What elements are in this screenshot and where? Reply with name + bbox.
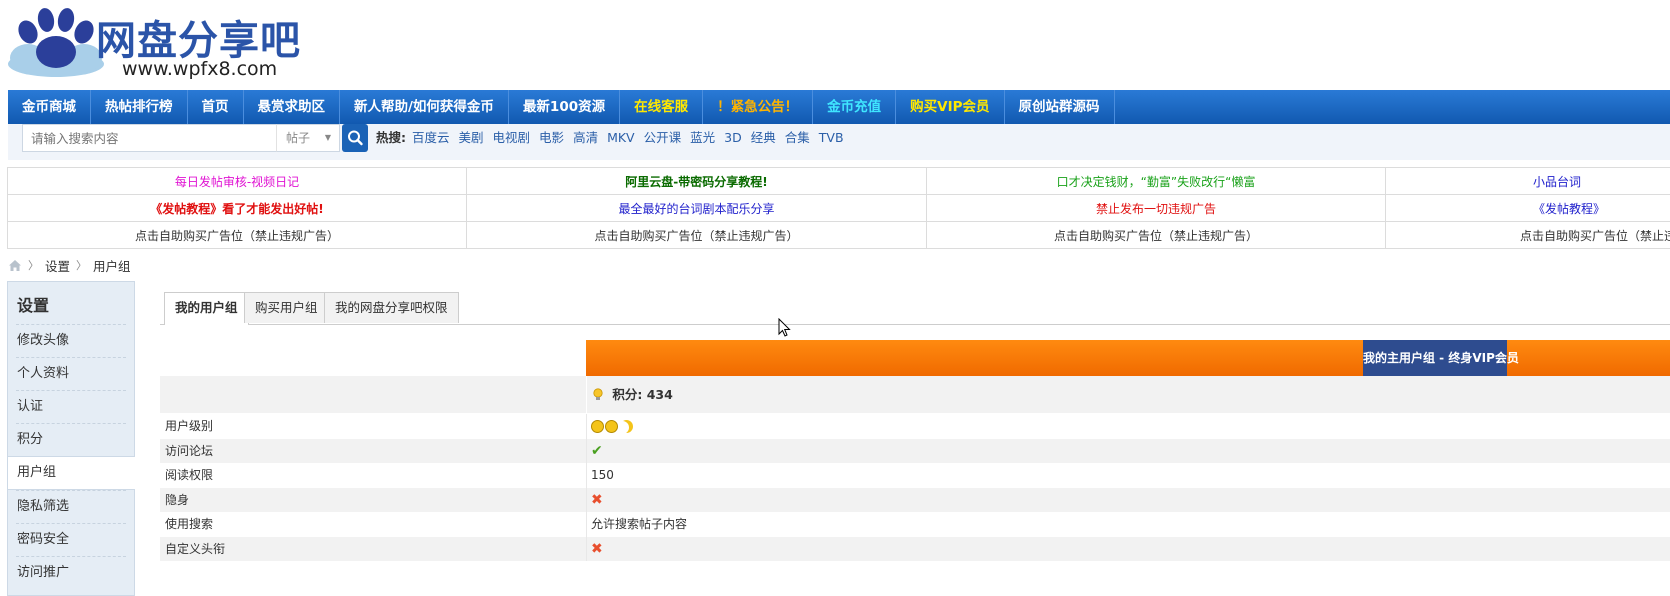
nav-item[interactable]: 原创站群源码 — [1005, 90, 1115, 124]
checkmark-icon: ✔ — [591, 442, 603, 459]
permission-row: 隐身 ✖ — [160, 487, 1670, 512]
ad-link[interactable]: 最全最好的台词剧本配乐分享 — [466, 194, 927, 222]
permission-label: 阅读权限 — [165, 468, 214, 482]
hot-search-link[interactable]: 合集 — [785, 124, 810, 152]
hot-search-link[interactable]: 电视剧 — [493, 124, 531, 152]
sidebar-item[interactable]: 隐私筛选 — [16, 490, 126, 523]
tab-my-usergroup[interactable]: 我的用户组 — [164, 292, 249, 325]
ad-link[interactable]: 《发帖教程》 — [1385, 194, 1670, 222]
tab-my-permissions[interactable]: 我的网盘分享吧权限 — [324, 292, 459, 323]
hot-search-link[interactable]: 蓝光 — [690, 124, 715, 152]
ad-link[interactable]: 《发帖教程》看了才能发出好帖! — [7, 194, 467, 222]
ad-link[interactable]: 点击自助购买广告位（禁止违规广告） — [926, 221, 1386, 249]
breadcrumb-usergroup[interactable]: 用户组 — [93, 256, 131, 275]
nav-item[interactable]: 在线客服 — [620, 90, 704, 124]
nav-item[interactable]: 金币商城 — [8, 90, 91, 124]
hot-search-link[interactable]: 公开课 — [644, 124, 682, 152]
hot-search-label: 热搜: — [376, 130, 406, 145]
nav-item[interactable]: 首页 — [188, 90, 244, 124]
sidebar-item[interactable]: 用户组 — [8, 456, 135, 490]
usergroup-tabs: 我的用户组 购买用户组 我的网盘分享吧权限 — [160, 292, 1670, 325]
permission-label: 自定义头衔 — [165, 541, 226, 556]
ad-link[interactable]: 每日发帖审核-视频日记 — [7, 167, 467, 195]
permission-label: 隐身 — [165, 492, 190, 507]
hot-search-link[interactable]: 电影 — [539, 124, 564, 152]
tab-buy-usergroup[interactable]: 购买用户组 — [244, 292, 329, 323]
nav-item[interactable]: 悬赏求助区 — [244, 90, 340, 124]
moon-icon — [620, 420, 633, 433]
user-level-icons — [591, 414, 633, 438]
permission-label: 使用搜索 — [165, 517, 214, 531]
cross-icon: ✖ — [591, 540, 603, 557]
sun-icon — [605, 419, 618, 433]
hot-search-link[interactable]: 百度云 — [412, 124, 450, 152]
sidebar-item[interactable]: 认证 — [16, 390, 126, 423]
score-value: 积分: 434 — [612, 387, 673, 402]
ad-link[interactable]: 小品台词 — [1385, 167, 1670, 195]
paw-logo-icon[interactable] — [6, 6, 106, 78]
search-button[interactable] — [342, 124, 368, 152]
ad-link[interactable]: 口才决定钱财，“勤富”失败改行“懒富 — [926, 167, 1386, 195]
search-bar: 帖子 ▼ 热搜: 百度云美剧电视剧电影高清 MKV 公开课蓝光 3D 经典合集 TVB — [8, 124, 1670, 160]
nav-item[interactable]: ！紧急公告！ — [703, 90, 814, 124]
hot-search-link[interactable]: MKV — [607, 124, 635, 152]
hot-search-link[interactable]: 经典 — [751, 124, 776, 152]
sidebar-item[interactable]: 积分 — [16, 423, 126, 456]
hot-search-link[interactable]: 3D — [724, 124, 742, 152]
nav-item[interactable]: 购买VIP会员 — [896, 90, 1005, 124]
search-input[interactable] — [22, 124, 278, 152]
ad-grid: 每日发帖审核-视频日记 阿里云盘-带密码分享教程! 口才决定钱财，“勤富”失败改行“… — [7, 167, 1670, 249]
nav-item[interactable]: 热帖排行榜 — [91, 90, 188, 124]
permission-row: 访问论坛 ✔ — [160, 438, 1670, 463]
settings-sidebar: 设置 修改头像 个人资料 认证 积分 用户组 隐私筛选 密码安全 访问推广 — [7, 281, 135, 596]
mouse-cursor-icon — [778, 318, 791, 337]
nav-item[interactable]: 金币充值 — [813, 90, 897, 124]
usergroup-banner: 我的主用户组 - 终身VIP会员 — [586, 340, 1670, 376]
permission-row: 用户级别 — [160, 414, 1670, 439]
permission-row: 自定义头衔 ✖ — [160, 536, 1670, 561]
ad-link[interactable]: 点击自助购买广告位（禁止违规广告） — [7, 221, 467, 249]
score: 积分: 434 — [591, 376, 673, 413]
permission-value: 150 — [591, 468, 614, 482]
ad-link[interactable]: 阿里云盘-带密码分享教程! — [466, 167, 927, 195]
breadcrumb: 〉 设置 〉 用户组 — [8, 256, 131, 274]
sidebar-title: 设置 — [17, 296, 50, 315]
hot-search-link[interactable]: 美剧 — [459, 124, 484, 152]
permission-table: 用户级别访问论坛 ✔ 阅读权限 150 隐身 ✖ 使用搜索 允许搜索帖子内容自定义头衔 ✖ — [160, 414, 1670, 561]
ad-link[interactable]: 禁止发布一切违规广告 — [926, 194, 1386, 222]
breadcrumb-separator-icon: 〉 — [76, 259, 88, 272]
search-icon — [348, 130, 363, 146]
sun-icon — [591, 419, 604, 433]
ad-link[interactable]: 点击自助购买广告位（禁止违规广告） — [466, 221, 927, 249]
main-nav: 金币商城 热帖排行榜 首页 悬赏求助区 新人帮助/如何获得金币 最新100资源 在线客服 ！紧… — [8, 90, 1670, 124]
site-header: 网盘分享吧 www.wpfx8.com — [0, 0, 1670, 86]
main-usergroup-label: 我的主用户组 - 终身VIP会员 — [1363, 340, 1519, 376]
hot-searches: 热搜: 百度云 美剧 电视剧 电影 高清 MKV 公开课 蓝光 3D 经典 合集 TVB — [376, 124, 853, 152]
sidebar-item[interactable]: 访问推广 — [16, 556, 126, 589]
breadcrumb-settings[interactable]: 设置 — [45, 256, 70, 275]
permission-label: 用户级别 — [165, 419, 214, 433]
permission-row: 阅读权限 150 — [160, 463, 1670, 488]
cross-icon: ✖ — [591, 491, 603, 508]
ad-link[interactable]: 点击自助购买广告位（禁止违规广告） — [1385, 221, 1670, 249]
sidebar-list: 修改头像 个人资料 认证 积分 用户组 隐私筛选 密码安全 访问推广 — [8, 324, 135, 589]
hot-search-link[interactable]: TVB — [819, 124, 844, 152]
nav-item[interactable]: 新人帮助/如何获得金币 — [340, 90, 509, 124]
score-row: 积分: 434 — [160, 376, 1670, 413]
search-type-label: 帖子 — [286, 131, 311, 145]
nav-item[interactable]: 最新100资源 — [509, 90, 621, 124]
sidebar-item[interactable]: 修改头像 — [16, 324, 126, 357]
permission-row: 使用搜索 允许搜索帖子内容 — [160, 512, 1670, 537]
breadcrumb-separator-icon: 〉 — [28, 259, 39, 272]
hot-search-link[interactable]: 高清 — [573, 124, 598, 152]
sidebar-item[interactable]: 个人资料 — [16, 357, 126, 390]
permission-value: 允许搜索帖子内容 — [591, 517, 688, 531]
site-url[interactable]: www.wpfx8.com — [122, 58, 277, 80]
home-icon[interactable] — [8, 259, 22, 272]
chevron-down-icon: ▼ — [324, 133, 331, 142]
lightbulb-icon — [593, 388, 603, 400]
permission-label: 访问论坛 — [165, 443, 214, 458]
search-type-select[interactable]: 帖子 ▼ — [276, 124, 340, 152]
sidebar-item[interactable]: 密码安全 — [16, 523, 126, 556]
